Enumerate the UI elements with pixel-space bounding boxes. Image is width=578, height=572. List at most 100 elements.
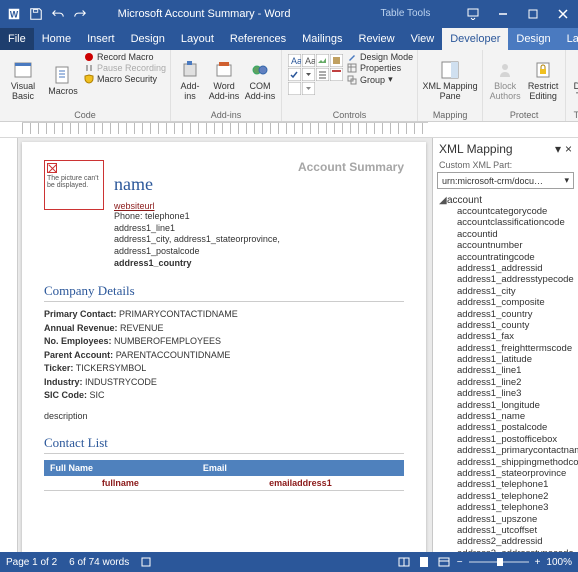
print-layout-icon[interactable] <box>417 555 431 569</box>
document-title: Microsoft Account Summary - Word <box>118 8 291 20</box>
company-row: Annual Revenue: REVENUE <box>44 322 404 336</box>
tab-review[interactable]: Review <box>351 28 403 50</box>
tab-insert[interactable]: Insert <box>79 28 123 50</box>
xml-node[interactable]: accountclassificationcode <box>439 217 578 228</box>
close-icon[interactable] <box>548 0 578 28</box>
legacy-tools-icon[interactable] <box>302 82 315 95</box>
minimize-icon[interactable] <box>488 0 518 28</box>
xml-node[interactable]: address1_freighttermscode <box>439 343 578 354</box>
web-layout-icon[interactable] <box>437 555 451 569</box>
xml-node[interactable]: address1_primarycontactname <box>439 445 578 456</box>
combo-control-icon[interactable] <box>302 68 315 81</box>
xml-node[interactable]: address1_line2 <box>439 377 578 388</box>
xml-node[interactable]: address1_fax <box>439 331 578 342</box>
xml-node[interactable]: address1_addresstypecode <box>439 274 578 285</box>
xml-node[interactable]: address1_telephone2 <box>439 491 578 502</box>
document-template-button[interactable]: Document Template <box>570 52 578 109</box>
tab-design[interactable]: Design <box>123 28 173 50</box>
restrict-editing-button[interactable]: Restrict Editing <box>525 52 561 109</box>
xml-node[interactable]: address1_addressid <box>439 263 578 274</box>
xml-root-node[interactable]: account <box>447 195 482 206</box>
xml-node[interactable]: address1_stateorprovince <box>439 468 578 479</box>
xml-node[interactable]: address1_city <box>439 286 578 297</box>
undo-icon[interactable] <box>48 4 68 24</box>
group-button[interactable]: Group ▾ <box>347 74 413 85</box>
xml-node[interactable]: address1_line1 <box>439 365 578 376</box>
xml-node[interactable]: accountnumber <box>439 240 578 251</box>
picture-control-icon[interactable] <box>316 54 329 67</box>
table-row: fullnameemailaddress1 <box>44 476 404 491</box>
zoom-level[interactable]: 100% <box>546 557 572 568</box>
zoom-in-icon[interactable]: + <box>535 557 541 568</box>
page[interactable]: The picture can't be displayed. Account … <box>22 142 426 552</box>
tab-table-design[interactable]: Design <box>508 28 558 50</box>
xml-node[interactable]: address2_addresstypecode <box>439 548 578 552</box>
com-addins-button[interactable]: COM Add-ins <box>243 52 277 109</box>
read-mode-icon[interactable] <box>397 555 411 569</box>
xml-node[interactable]: address1_postofficebox <box>439 434 578 445</box>
ribbon-options-icon[interactable] <box>458 0 488 28</box>
xml-mapping-pane-button[interactable]: XML Mapping Pane <box>422 52 478 109</box>
design-mode-button[interactable]: Design Mode <box>347 52 413 62</box>
custom-xml-part-label: Custom XML Part: <box>433 160 578 172</box>
repeating-control-icon[interactable] <box>288 82 301 95</box>
properties-button[interactable]: Properties <box>347 63 413 73</box>
pause-recording-button[interactable]: Pause Recording <box>84 63 166 73</box>
xml-node[interactable]: address1_composite <box>439 297 578 308</box>
tab-layout[interactable]: Layout <box>173 28 222 50</box>
xml-node[interactable]: address1_upszone <box>439 514 578 525</box>
xml-node[interactable]: address1_postalcode <box>439 422 578 433</box>
xml-node[interactable]: address1_longitude <box>439 400 578 411</box>
name-field: name <box>114 174 404 195</box>
tab-view[interactable]: View <box>403 28 443 50</box>
tab-home[interactable]: Home <box>34 28 79 50</box>
page-indicator[interactable]: Page 1 of 2 <box>6 557 57 568</box>
ribbon-tabs: File Home Insert Design Layout Reference… <box>0 28 578 50</box>
macro-security-button[interactable]: Macro Security <box>84 74 166 84</box>
horizontal-ruler[interactable] <box>0 122 578 138</box>
tab-developer[interactable]: Developer <box>442 28 508 50</box>
xml-node[interactable]: accountcategorycode <box>439 206 578 217</box>
xml-node[interactable]: address1_telephone1 <box>439 479 578 490</box>
word-count[interactable]: 6 of 74 words <box>69 557 129 568</box>
document-area[interactable]: The picture can't be displayed. Account … <box>0 138 432 552</box>
dropdown-control-icon[interactable] <box>316 68 329 81</box>
record-macro-button[interactable]: Record Macro <box>84 52 166 62</box>
xml-node[interactable]: address2_addressid <box>439 536 578 547</box>
date-control-icon[interactable] <box>330 68 343 81</box>
tab-table-layout[interactable]: Layout <box>559 28 578 50</box>
pane-options-icon[interactable]: ▾ <box>555 142 561 156</box>
word-addins-button[interactable]: Word Add-ins <box>207 52 241 109</box>
tab-file[interactable]: File <box>0 28 34 50</box>
pane-close-icon[interactable]: × <box>565 142 572 156</box>
vertical-ruler[interactable] <box>0 138 18 552</box>
save-icon[interactable] <box>26 4 46 24</box>
xml-node[interactable]: address1_shippingmethodcode <box>439 457 578 468</box>
redo-icon[interactable] <box>70 4 90 24</box>
tab-references[interactable]: References <box>222 28 294 50</box>
company-row: Ticker: TICKERSYMBOL <box>44 362 404 376</box>
zoom-slider[interactable] <box>469 561 529 563</box>
xml-node[interactable]: address1_county <box>439 320 578 331</box>
plain-text-control-icon[interactable]: Aa <box>302 54 315 67</box>
xml-tree[interactable]: ◢account accountcategorycodeaccountclass… <box>433 193 578 552</box>
addins-button[interactable]: Add- ins <box>175 52 205 109</box>
xml-node[interactable]: accountratingcode <box>439 252 578 263</box>
xml-node[interactable]: address1_name <box>439 411 578 422</box>
xml-node[interactable]: address1_latitude <box>439 354 578 365</box>
spellcheck-icon[interactable] <box>141 556 153 568</box>
checkbox-control-icon[interactable] <box>288 68 301 81</box>
xml-node[interactable]: address1_utcoffset <box>439 525 578 536</box>
zoom-out-icon[interactable]: − <box>457 557 463 568</box>
custom-xml-part-dropdown[interactable]: urn:microsoft-crm/docu…▾ <box>437 172 574 189</box>
macros-button[interactable]: Macros <box>44 52 82 109</box>
tab-mailings[interactable]: Mailings <box>294 28 350 50</box>
visual-basic-button[interactable]: Visual Basic <box>4 52 42 109</box>
rich-text-control-icon[interactable]: Aa <box>288 54 301 67</box>
xml-node[interactable]: address1_telephone3 <box>439 502 578 513</box>
maximize-icon[interactable] <box>518 0 548 28</box>
xml-node[interactable]: address1_country <box>439 309 578 320</box>
building-block-control-icon[interactable] <box>330 54 343 67</box>
xml-node[interactable]: address1_line3 <box>439 388 578 399</box>
xml-node[interactable]: accountid <box>439 229 578 240</box>
